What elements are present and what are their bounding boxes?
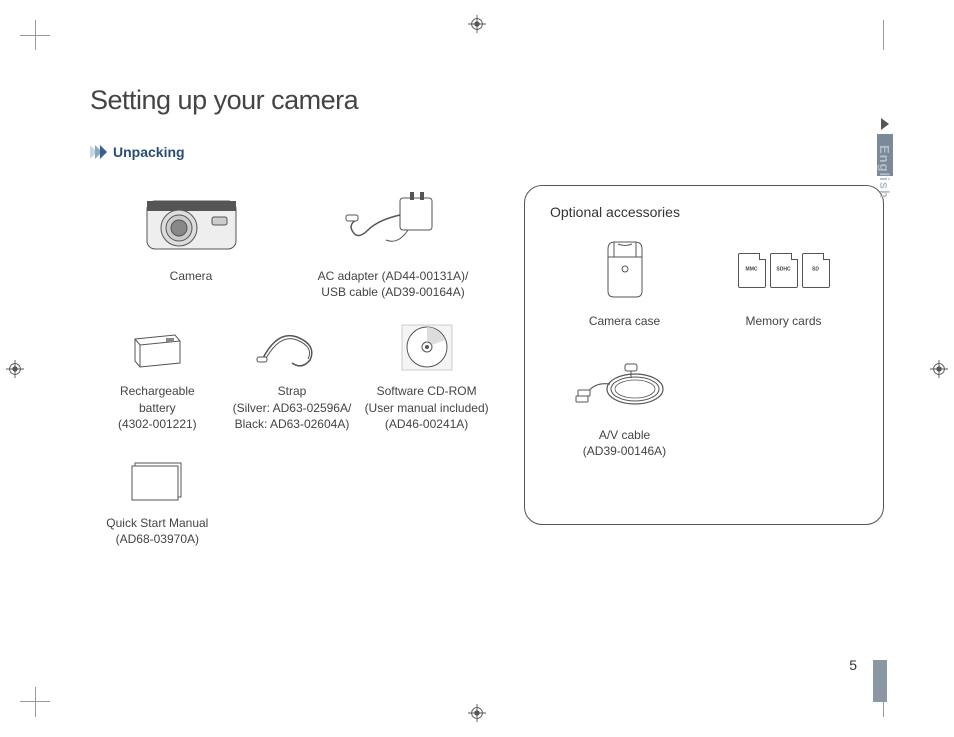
- item-label: (AD68-03970A): [90, 531, 225, 547]
- registration-mark-icon: [6, 360, 24, 378]
- page-tab-bar: [873, 660, 887, 702]
- item-label: (4302-001221): [90, 416, 225, 432]
- item-label: USB cable (AD39-00164A): [292, 284, 494, 300]
- section-header: Unpacking: [90, 144, 884, 160]
- language-tab: English: [877, 145, 892, 199]
- registration-mark-icon: [468, 704, 486, 722]
- included-items: Camera AC adapter (AD44-00131A)/: [90, 185, 494, 567]
- item-cdrom: Software CD-ROM (User manual included) (…: [359, 320, 494, 432]
- item-manual: Quick Start Manual (AD68-03970A): [90, 452, 225, 547]
- crop-mark: [35, 20, 55, 50]
- optional-title: Optional accessories: [550, 204, 863, 220]
- item-label: (Silver: AD63-02596A/: [225, 400, 360, 416]
- item-label: AC adapter (AD44-00131A)/: [292, 268, 494, 284]
- item-label: Rechargeable: [90, 383, 225, 399]
- optional-accessories: Optional accessories Camera: [524, 185, 884, 567]
- item-label: A/V cable: [545, 427, 704, 443]
- page-number: 5: [849, 657, 857, 673]
- av-cable-icon: [545, 349, 704, 419]
- arrow-right-icon: [881, 118, 889, 130]
- item-label: Memory cards: [704, 313, 863, 329]
- memory-cards-icon: MMC SDHC SD: [704, 235, 863, 305]
- item-adapter: AC adapter (AD44-00131A)/ USB cable (AD3…: [292, 185, 494, 300]
- item-camera: Camera: [90, 185, 292, 300]
- crop-mark: [883, 20, 884, 50]
- case-icon: [545, 235, 704, 305]
- registration-mark-icon: [930, 360, 948, 378]
- cd-icon: [359, 320, 494, 375]
- item-av-cable: A/V cable (AD39-00146A): [545, 349, 704, 459]
- item-label: Strap: [225, 383, 360, 399]
- item-label: Camera: [90, 268, 292, 284]
- adapter-icon: [292, 185, 494, 260]
- item-label: (User manual included): [359, 400, 494, 416]
- section-title: Unpacking: [113, 144, 185, 160]
- item-label: Software CD-ROM: [359, 383, 494, 399]
- item-label: Black: AD63-02604A): [225, 416, 360, 432]
- crop-mark: [35, 687, 36, 717]
- item-label: Quick Start Manual: [90, 515, 225, 531]
- item-label: battery: [90, 400, 225, 416]
- item-battery: Rechargeable battery (4302-001221): [90, 320, 225, 432]
- camera-icon: [90, 185, 292, 260]
- item-label: Camera case: [545, 313, 704, 329]
- chevrons-icon: [90, 145, 105, 159]
- item-case: Camera case: [545, 235, 704, 329]
- item-memory: MMC SDHC SD Memory cards: [704, 235, 863, 329]
- page-content: Setting up your camera Unpacking: [90, 85, 884, 687]
- item-label: (AD39-00146A): [545, 443, 704, 459]
- item-strap: Strap (Silver: AD63-02596A/ Black: AD63-…: [225, 320, 360, 432]
- registration-mark-icon: [468, 15, 486, 33]
- item-label: (AD46-00241A): [359, 416, 494, 432]
- battery-icon: [90, 320, 225, 375]
- strap-icon: [225, 320, 360, 375]
- page-title: Setting up your camera: [90, 85, 884, 116]
- manual-icon: [90, 452, 225, 507]
